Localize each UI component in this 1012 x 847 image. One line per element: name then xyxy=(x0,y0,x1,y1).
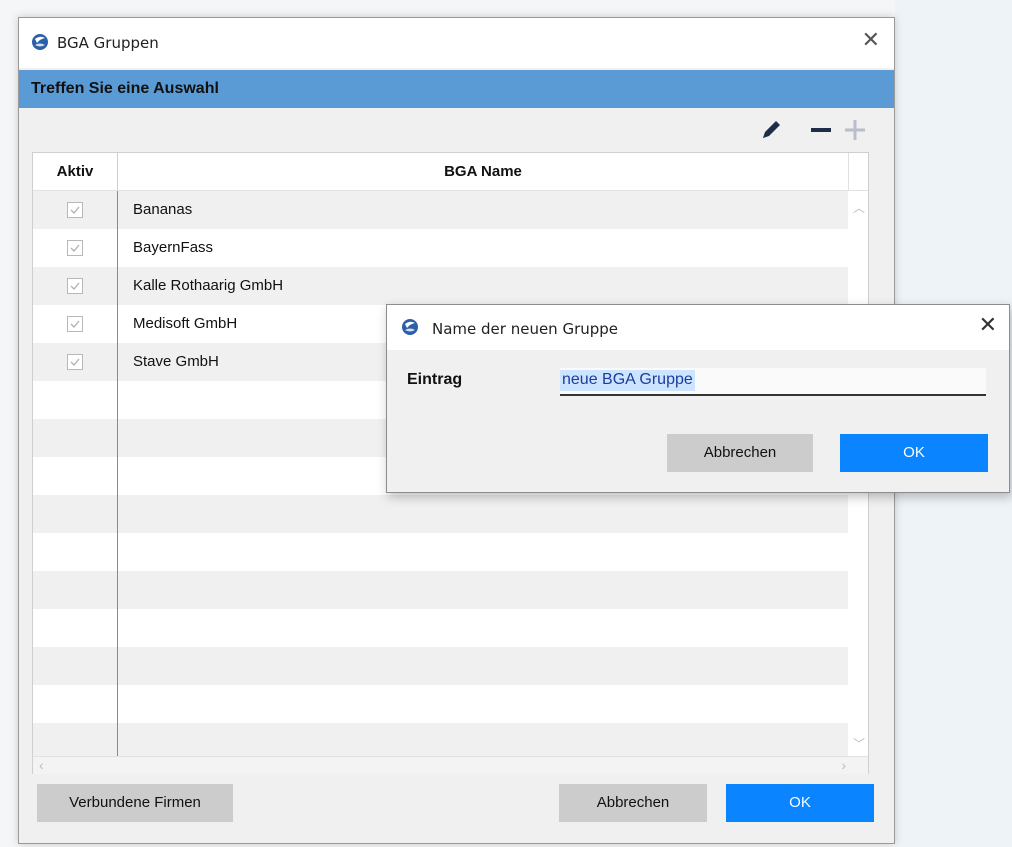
entry-input-value: neue BGA Gruppe xyxy=(560,370,695,391)
table-row[interactable]: Kalle Rothaarig GmbH xyxy=(33,267,848,305)
table-header: Aktiv BGA Name xyxy=(33,153,868,191)
entry-label: Eintrag xyxy=(407,371,463,388)
scroll-right-icon[interactable]: › xyxy=(841,757,846,773)
empty-row xyxy=(33,571,848,609)
table-row[interactable]: BayernFass xyxy=(33,229,848,267)
bga-name-cell: Medisoft GmbH xyxy=(133,315,238,332)
aktiv-checkbox[interactable] xyxy=(67,316,83,332)
empty-row xyxy=(33,647,848,685)
scroll-left-icon[interactable]: ‹ xyxy=(39,757,44,773)
horizontal-scrollbar[interactable]: ‹ › xyxy=(33,756,868,774)
pencil-icon[interactable] xyxy=(758,118,784,142)
empty-row xyxy=(33,533,848,571)
dialog-title: Name der neuen Gruppe xyxy=(432,320,619,338)
table-row[interactable]: Bananas xyxy=(33,191,848,229)
selection-banner: Treffen Sie eine Auswahl xyxy=(19,70,894,108)
window-titlebar[interactable]: BGA Gruppen ✕ xyxy=(19,18,894,68)
empty-row xyxy=(33,685,848,723)
aktiv-checkbox[interactable] xyxy=(67,240,83,256)
aktiv-checkbox[interactable] xyxy=(67,278,83,294)
dialog-ok-button[interactable]: OK xyxy=(840,434,988,472)
column-header-bga-name[interactable]: BGA Name xyxy=(118,153,849,190)
scroll-up-icon[interactable]: ︿ xyxy=(853,199,865,216)
app-logo-icon xyxy=(402,319,418,335)
bga-name-cell: Kalle Rothaarig GmbH xyxy=(133,277,284,294)
empty-row xyxy=(33,495,848,533)
column-header-aktiv[interactable]: Aktiv xyxy=(33,153,118,190)
window-title: BGA Gruppen xyxy=(57,34,159,52)
table-toolbar xyxy=(756,118,876,142)
app-logo-icon xyxy=(32,34,48,50)
empty-row xyxy=(33,609,848,647)
dialog-titlebar[interactable]: Name der neuen Gruppe ✕ xyxy=(387,305,1009,350)
bga-name-cell: BayernFass xyxy=(133,239,214,256)
plus-icon[interactable] xyxy=(842,118,868,142)
window-close-icon[interactable]: ✕ xyxy=(862,28,880,53)
bga-name-cell: Bananas xyxy=(133,201,193,218)
banner-text: Treffen Sie eine Auswahl xyxy=(31,80,219,97)
aktiv-checkbox[interactable] xyxy=(67,202,83,218)
aktiv-checkbox[interactable] xyxy=(67,354,83,370)
cancel-button[interactable]: Abbrechen xyxy=(559,784,707,822)
new-group-dialog: Name der neuen Gruppe ✕ Eintrag neue BGA… xyxy=(386,304,1010,493)
minus-icon[interactable] xyxy=(808,118,834,142)
dialog-cancel-button[interactable]: Abbrechen xyxy=(667,434,813,472)
empty-row xyxy=(33,723,848,756)
bga-name-cell: Stave GmbH xyxy=(133,353,219,370)
scroll-down-icon[interactable]: ﹀ xyxy=(853,735,865,752)
dialog-close-icon[interactable]: ✕ xyxy=(979,313,997,338)
linked-companies-button[interactable]: Verbundene Firmen xyxy=(37,784,233,822)
ok-button[interactable]: OK xyxy=(726,784,874,822)
entry-input[interactable]: neue BGA Gruppe xyxy=(560,368,986,396)
